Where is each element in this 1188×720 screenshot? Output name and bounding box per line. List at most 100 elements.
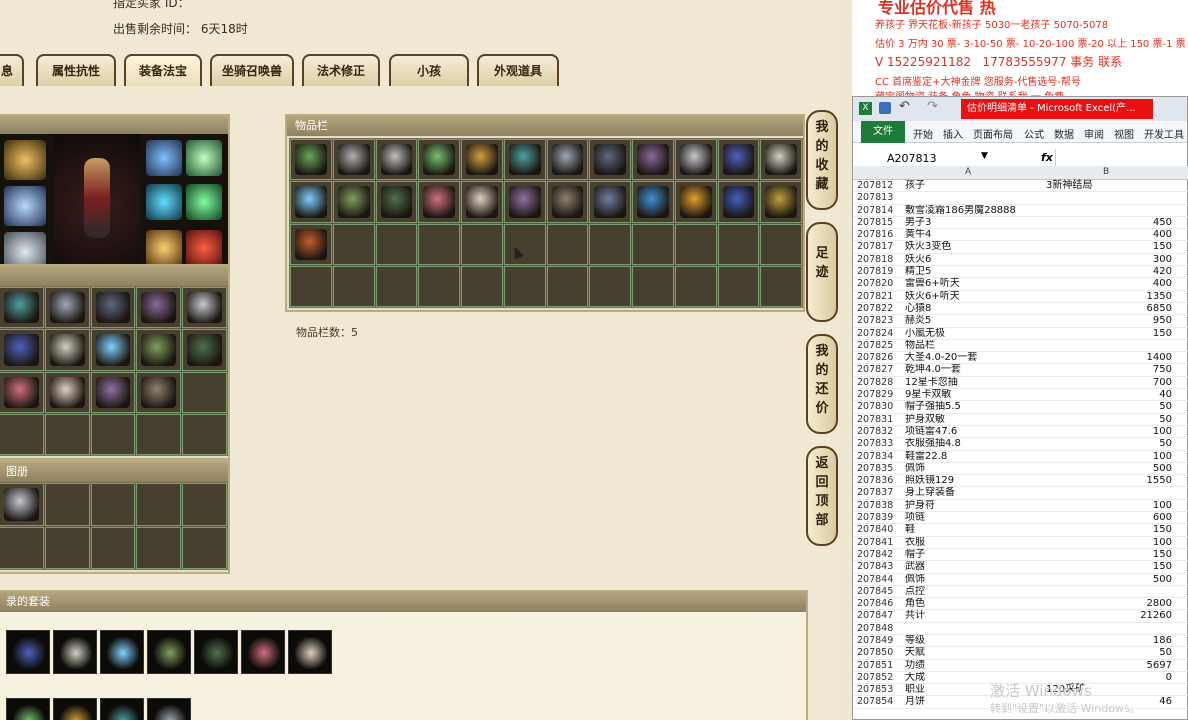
cell-a[interactable]: 妖火6+听天 [905,291,1045,303]
cell-b[interactable]: 2800 [1045,598,1172,610]
cell-a[interactable]: 雷兽6+听天 [905,278,1045,290]
tab-info[interactable]: 息 [0,54,24,86]
slot[interactable] [90,413,136,455]
cell-a[interactable]: 男子3 [905,217,1045,229]
tab-attributes[interactable]: 属性抗性 [36,54,116,86]
tab-insert[interactable]: 插入 [943,126,963,141]
slot[interactable] [717,223,760,265]
cell-b[interactable]: 150 [1045,561,1172,573]
slot[interactable] [461,181,503,223]
my-favorites-button[interactable]: 我的收藏 [806,110,838,210]
cell-a[interactable]: 妖火3变色 [905,241,1045,253]
slot[interactable] [760,265,802,307]
necklace-icon[interactable] [186,140,222,176]
slot[interactable] [375,223,418,265]
slot[interactable] [674,265,717,307]
cell-a[interactable]: 赫炎5 [905,315,1045,327]
suit-item-icon[interactable] [241,630,285,674]
slot[interactable] [503,181,546,223]
cell-b[interactable]: 5697 [1045,660,1172,672]
cell-a[interactable]: 佩饰 [905,463,1045,475]
tab-review[interactable]: 审阅 [1084,126,1104,141]
weapon-icon[interactable] [4,140,46,180]
slot[interactable] [136,413,182,455]
slot[interactable] [182,526,227,569]
slot[interactable] [44,483,90,526]
cell-b[interactable]: 700 [1045,377,1172,389]
cell-b[interactable]: 1350 [1045,291,1172,303]
cell-a[interactable]: 佩饰 [905,574,1045,586]
slot[interactable] [461,139,503,181]
tab-equipment[interactable]: 装备法宝 [124,54,202,86]
cell-a[interactable]: 等级 [905,635,1045,647]
cell-b[interactable]: 150 [1045,328,1172,340]
slot[interactable] [0,329,44,371]
cell-a[interactable]: 9星卡双敏 [905,389,1045,401]
cell-b[interactable]: 400 [1045,229,1172,241]
tab-mounts[interactable]: 坐骑召唤兽 [210,54,294,86]
cell-b[interactable]: 50 [1045,438,1172,450]
slot[interactable] [503,139,546,181]
cell-a[interactable]: 护身符 [905,500,1045,512]
tab-view[interactable]: 视图 [1114,126,1134,141]
slot[interactable] [136,526,182,569]
slot[interactable] [136,329,182,371]
slot[interactable] [717,139,760,181]
footprints-button[interactable]: 足迹 [806,222,838,322]
suit-item-icon[interactable] [53,698,97,720]
suit-item-icon[interactable] [53,630,97,674]
cell-b[interactable]: 150 [1045,241,1172,253]
slot[interactable] [632,139,674,181]
slot[interactable] [503,265,546,307]
slot[interactable] [589,265,631,307]
cell-b[interactable]: 150 [1045,524,1172,536]
name-box[interactable]: A207813 [887,152,937,165]
slot[interactable] [717,181,760,223]
slot[interactable] [0,413,44,455]
cell-b[interactable]: 6850 [1045,303,1172,315]
slot[interactable] [332,223,375,265]
slot[interactable] [136,483,182,526]
suit-item-icon[interactable] [100,698,144,720]
slot[interactable] [589,139,631,181]
undo-icon[interactable]: ↶ [899,99,910,114]
slot[interactable] [418,223,460,265]
cell-b[interactable]: 100 [1045,426,1172,438]
slot[interactable] [632,181,674,223]
cell-a[interactable]: 帽子强抽5.5 [905,401,1045,413]
slot[interactable] [90,371,136,413]
cell-b[interactable]: 1550 [1045,475,1172,487]
slot[interactable] [717,265,760,307]
cell-a[interactable]: 衣服强抽4.8 [905,438,1045,450]
tab-formulas[interactable]: 公式 [1024,126,1044,141]
slot[interactable] [182,413,227,455]
slot[interactable] [0,287,44,329]
cell-b[interactable]: 100 [1045,451,1172,463]
slot[interactable] [136,371,182,413]
slot[interactable] [290,139,332,181]
tab-data[interactable]: 数据 [1054,126,1074,141]
suit-item-icon[interactable] [194,630,238,674]
slot[interactable] [182,483,227,526]
cell-a[interactable]: 身上穿装备 [905,487,1045,499]
slot[interactable] [418,265,460,307]
slot[interactable] [44,371,90,413]
tab-appearance[interactable]: 外观道具 [477,54,559,86]
cell-b[interactable]: 150 [1045,549,1172,561]
cell-b[interactable]: 100 [1045,500,1172,512]
cell-a[interactable]: 鞋 [905,524,1045,536]
cell-a[interactable]: 角色 [905,598,1045,610]
slot[interactable] [136,287,182,329]
cell-a[interactable]: 敷雪凌霜186男魔28888 [905,205,1045,217]
cell-b[interactable]: 750 [1045,364,1172,376]
belt-icon[interactable] [186,184,222,220]
cell-a[interactable]: 衣服 [905,537,1045,549]
slot[interactable] [375,139,418,181]
cell-b[interactable]: 21260 [1045,610,1172,622]
redo-icon[interactable]: ↷ [927,99,938,114]
slot[interactable] [546,265,589,307]
cell-b[interactable]: 100 [1045,537,1172,549]
cell-a[interactable]: 乾坤4.0一套 [905,364,1045,376]
tab-developer[interactable]: 开发工具 [1144,126,1184,141]
orb-icon[interactable] [186,230,222,266]
